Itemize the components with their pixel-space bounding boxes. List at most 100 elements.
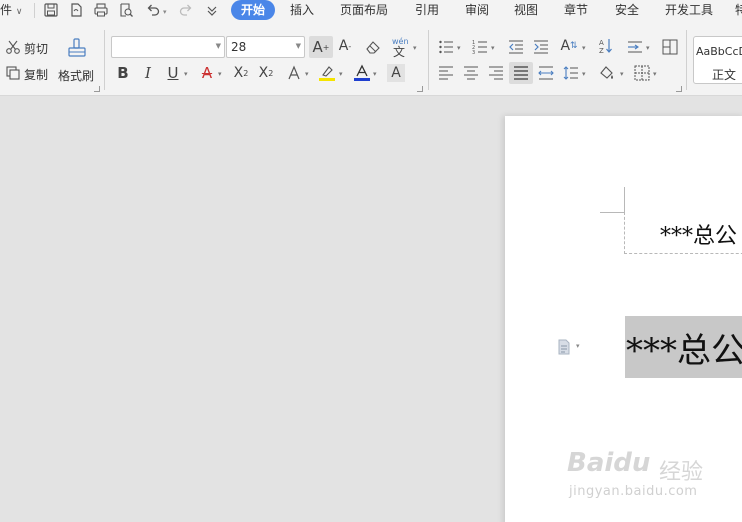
tab-home[interactable]: 开始: [231, 0, 275, 20]
undo-dropdown-icon[interactable]: ▾: [163, 2, 167, 24]
tab-view[interactable]: 视图: [514, 0, 538, 22]
svg-text:3: 3: [472, 50, 475, 55]
superscript-icon[interactable]: X2: [232, 64, 250, 82]
chevron-down-icon[interactable]: ▾: [576, 342, 580, 350]
chevron-down-icon: ▼: [295, 42, 301, 50]
line-spacing-icon[interactable]: [562, 64, 580, 82]
justify-icon[interactable]: [509, 62, 533, 84]
redo-icon[interactable]: [178, 2, 194, 18]
font-size-value: 28: [231, 40, 247, 54]
borders-icon[interactable]: [633, 64, 651, 82]
save-icon[interactable]: [43, 2, 59, 18]
scissors-icon: [4, 38, 22, 56]
bullet-list-icon[interactable]: [437, 38, 455, 56]
chevron-down-icon[interactable]: ▾: [305, 70, 309, 78]
chevron-down-icon: ∨: [15, 7, 23, 17]
chevron-down-icon[interactable]: ▾: [491, 44, 495, 52]
tab-insert[interactable]: 插入: [290, 0, 314, 22]
sort-icon[interactable]: AZ: [597, 37, 615, 55]
align-right-icon[interactable]: [487, 64, 505, 82]
svg-text:A: A: [599, 39, 604, 47]
dialog-launcher-icon[interactable]: [417, 86, 423, 92]
body-text[interactable]: ***总公: [626, 323, 742, 372]
watermark-cn: 经验: [659, 460, 704, 485]
divider: [686, 30, 687, 90]
line-spacing-toggle-icon[interactable]: [626, 38, 644, 56]
chevron-down-icon[interactable]: ▾: [653, 70, 657, 78]
dialog-launcher-icon[interactable]: [676, 86, 682, 92]
header-text[interactable]: ***总公: [660, 218, 737, 250]
shading-icon[interactable]: [598, 64, 616, 82]
numbered-list-icon[interactable]: 123: [471, 38, 489, 56]
bold-icon[interactable]: B: [114, 64, 132, 82]
phonetic-guide-icon[interactable]: wén 文: [391, 36, 411, 58]
increase-font-size-icon[interactable]: A +: [309, 36, 333, 58]
chevron-down-icon[interactable]: ▾: [646, 44, 650, 52]
divider: [34, 3, 35, 18]
chevron-down-icon[interactable]: ▾: [620, 70, 624, 78]
text-effect-icon[interactable]: [285, 64, 303, 82]
divider: [104, 30, 105, 90]
tab-chapter[interactable]: 章节: [564, 0, 588, 22]
italic-icon[interactable]: I: [139, 64, 157, 82]
font-color-icon[interactable]: [353, 64, 371, 82]
print-icon[interactable]: [93, 2, 109, 18]
svg-text:文: 文: [393, 44, 405, 58]
crop-mark: [624, 187, 625, 212]
chevron-down-icon[interactable]: ▾: [218, 70, 222, 78]
style-label: 正文: [712, 68, 737, 82]
chevron-down-icon: ▼: [215, 42, 221, 50]
highlight-icon[interactable]: [318, 64, 336, 82]
tab-review[interactable]: 审阅: [465, 0, 489, 22]
eraser-icon[interactable]: [364, 38, 382, 56]
svg-text:Z: Z: [599, 47, 604, 55]
chevron-down-icon[interactable]: ▾: [373, 70, 377, 78]
decrease-font-size-icon[interactable]: A-: [336, 37, 354, 55]
align-left-icon[interactable]: [437, 64, 455, 82]
chevron-down-icon[interactable]: ▾: [413, 44, 417, 52]
increase-indent-icon[interactable]: [532, 38, 550, 56]
undo-icon[interactable]: [145, 2, 161, 18]
file-menu[interactable]: 件 ∨: [0, 0, 22, 22]
format-painter-button[interactable]: 格式刷: [58, 67, 94, 84]
format-painter-icon[interactable]: [66, 38, 88, 62]
decrease-indent-icon[interactable]: [507, 38, 525, 56]
chevron-down-icon[interactable]: ▾: [457, 44, 461, 52]
paragraph-layout-icon[interactable]: [557, 339, 571, 355]
print-preview-icon[interactable]: [118, 2, 134, 18]
chevron-down-icon[interactable]: ▾: [582, 44, 586, 52]
menu-bar: 件 ∨ ▾ 开始 插入 页面布局 引用 审阅 视图 章节 安全 开发工具 特: [0, 0, 742, 22]
tab-page-layout[interactable]: 页面布局: [340, 0, 388, 22]
ribbon: 剪切 复制 格式刷 ▼ 28 ▼ A + A- wén 文 ▾ B I U ▾ A …: [0, 22, 742, 96]
dialog-launcher-icon[interactable]: [94, 86, 100, 92]
copy-button[interactable]: 复制: [24, 66, 48, 83]
text-direction-icon[interactable]: A ⇅: [560, 37, 578, 55]
distribute-icon[interactable]: [537, 64, 555, 82]
align-center-icon[interactable]: [462, 64, 480, 82]
chevron-down-icon[interactable]: ▾: [339, 70, 343, 78]
customize-toolbar-icon[interactable]: [204, 2, 220, 18]
tab-special[interactable]: 特: [735, 0, 742, 22]
tab-references[interactable]: 引用: [415, 0, 439, 22]
cut-button[interactable]: 剪切: [24, 40, 48, 57]
character-shading-icon[interactable]: A: [387, 64, 405, 82]
export-pdf-icon[interactable]: [68, 2, 84, 18]
chevron-down-icon[interactable]: ▾: [184, 70, 188, 78]
tab-developer[interactable]: 开发工具: [665, 0, 713, 22]
watermark: Baidu 经验 jingyan.baidu.com: [567, 440, 707, 510]
file-menu-label: 件: [0, 3, 13, 17]
watermark-url: jingyan.baidu.com: [569, 484, 698, 499]
tab-security[interactable]: 安全: [615, 0, 639, 22]
crop-mark: [600, 212, 625, 213]
copy-icon: [4, 64, 22, 82]
subscript-icon[interactable]: X2: [257, 64, 275, 82]
underline-icon[interactable]: U: [164, 64, 182, 82]
style-preview: AaBbCcDd: [696, 45, 742, 58]
font-name-select[interactable]: ▼: [111, 36, 225, 58]
style-normal[interactable]: AaBbCcDd 正文: [693, 36, 742, 84]
strikethrough-icon[interactable]: A: [198, 64, 216, 82]
chevron-down-icon[interactable]: ▾: [582, 70, 586, 78]
show-hide-marks-icon[interactable]: [661, 38, 679, 56]
font-size-select[interactable]: 28 ▼: [226, 36, 305, 58]
divider: [428, 30, 429, 90]
